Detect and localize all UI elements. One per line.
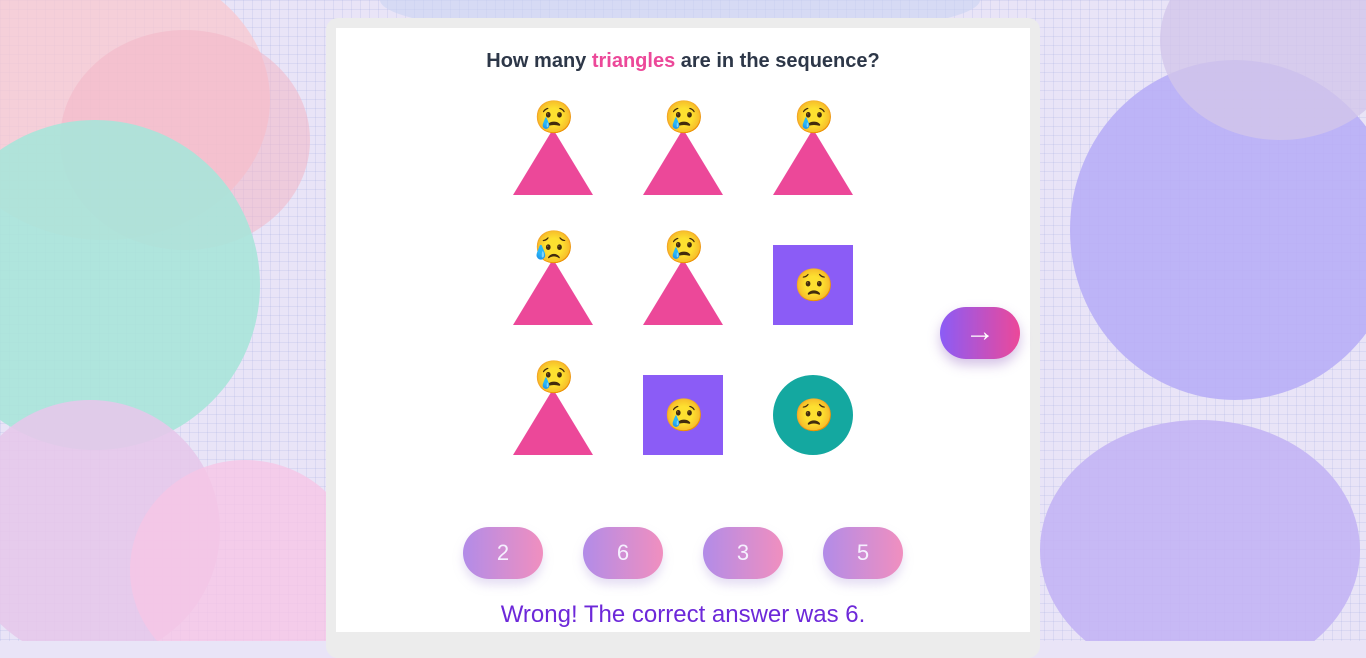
crying-face-icon: 😢 bbox=[794, 99, 834, 135]
sad-sweat-face-icon: 😥 bbox=[534, 229, 574, 265]
triangle-shape bbox=[643, 129, 723, 195]
crying-face-icon: 😢 bbox=[664, 397, 704, 433]
grid-cell-square: 😟 bbox=[773, 245, 853, 325]
answer-option-button[interactable]: 2 bbox=[463, 527, 543, 579]
grid-cell-triangle: 😥 bbox=[513, 229, 593, 325]
grid-cell-triangle: 😢 bbox=[513, 99, 593, 195]
question-highlight: triangles bbox=[591, 50, 676, 72]
crying-face-icon: 😢 bbox=[534, 359, 574, 395]
crying-face-icon: 😢 bbox=[664, 99, 704, 135]
grid-cell-triangle: 😢 bbox=[513, 359, 593, 455]
crying-face-icon: 😢 bbox=[664, 229, 704, 265]
triangle-shape bbox=[643, 259, 723, 325]
quiz-card: How many triangles are in the sequence? … bbox=[326, 18, 1040, 658]
question-suffix: are in the sequence? bbox=[675, 50, 880, 72]
grid-cell-square: 😢 bbox=[643, 375, 723, 455]
quiz-panel: How many triangles are in the sequence? … bbox=[336, 28, 1030, 632]
grid-cell-circle: 😟 bbox=[773, 375, 853, 455]
grid-cell-triangle: 😢 bbox=[773, 99, 853, 195]
triangle-shape bbox=[513, 129, 593, 195]
crying-face-icon: 😢 bbox=[534, 99, 574, 135]
answer-option-button[interactable]: 3 bbox=[703, 527, 783, 579]
triangle-shape bbox=[513, 389, 593, 455]
worried-face-icon: 😟 bbox=[794, 267, 834, 303]
triangle-shape bbox=[773, 129, 853, 195]
worried-face-icon: 😟 bbox=[794, 397, 834, 433]
grid-cell-triangle: 😢 bbox=[643, 99, 723, 195]
answer-option-button[interactable]: 5 bbox=[823, 527, 903, 579]
answer-option-button[interactable]: 6 bbox=[583, 527, 663, 579]
grid-cell-triangle: 😢 bbox=[643, 229, 723, 325]
next-button[interactable]: → bbox=[940, 307, 1020, 359]
question-prefix: How many bbox=[486, 50, 592, 72]
question-text: How many triangles are in the sequence? bbox=[336, 50, 1030, 73]
result-message: Wrong! The correct answer was 6. bbox=[500, 601, 866, 628]
triangle-shape bbox=[513, 259, 593, 325]
